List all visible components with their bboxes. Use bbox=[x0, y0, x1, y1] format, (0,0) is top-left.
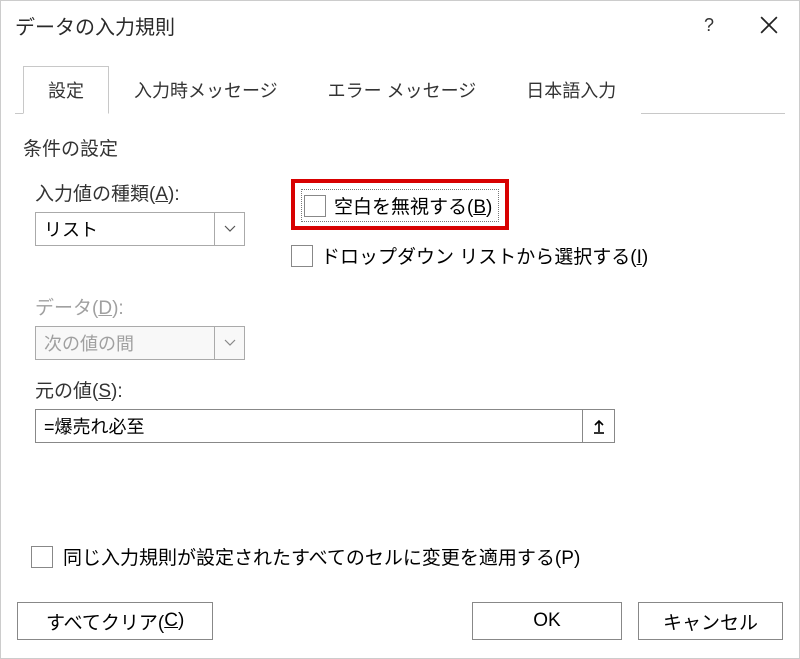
close-button[interactable] bbox=[739, 1, 799, 49]
data-label: データ(D): bbox=[35, 293, 275, 320]
ignore-blank-label: 空白を無視する(B) bbox=[334, 192, 492, 219]
tab-error-alert[interactable]: エラー メッセージ bbox=[303, 66, 502, 114]
tab-settings[interactable]: 設定 bbox=[23, 66, 109, 114]
tab-input-message[interactable]: 入力時メッセージ bbox=[109, 66, 303, 114]
apply-all-label: 同じ入力規則が設定されたすべてのセルに変更を適用する(P) bbox=[63, 543, 580, 570]
chevron-down-icon bbox=[214, 212, 244, 246]
in-cell-dropdown-checkbox[interactable] bbox=[291, 245, 313, 267]
data-validation-dialog: データの入力規則 ? 設定 入力時メッセージ エラー メッセージ 日本語入力 条… bbox=[0, 0, 800, 659]
allow-dropdown[interactable]: リスト bbox=[35, 212, 245, 246]
allow-value: リスト bbox=[36, 216, 214, 242]
criteria-label: 条件の設定 bbox=[23, 134, 777, 161]
ok-button[interactable]: OK bbox=[472, 602, 622, 640]
collapse-dialog-icon bbox=[592, 418, 606, 434]
data-dropdown: 次の値の間 bbox=[35, 326, 245, 360]
ignore-blank-check[interactable]: 空白を無視する(B) bbox=[301, 189, 499, 222]
tab-ime-mode[interactable]: 日本語入力 bbox=[501, 66, 641, 114]
apply-all-checkbox[interactable] bbox=[31, 546, 53, 568]
highlight-annotation: 空白を無視する(B) bbox=[291, 179, 509, 230]
dialog-title: データの入力規則 bbox=[15, 11, 679, 40]
in-cell-dropdown-label: ドロップダウン リストから選択する(I) bbox=[321, 242, 648, 269]
inner-area: 入力値の種類(A): リスト 空白を無視する(B) bbox=[23, 179, 777, 443]
chevron-down-icon bbox=[214, 326, 244, 360]
close-icon bbox=[760, 16, 778, 34]
source-input[interactable]: =爆売れ必至 bbox=[35, 409, 615, 443]
apply-all-check[interactable]: 同じ入力規則が設定されたすべてのセルに変更を適用する(P) bbox=[23, 543, 777, 570]
tab-body: 条件の設定 入力値の種類(A): リスト bbox=[15, 114, 785, 588]
range-picker-button[interactable] bbox=[582, 409, 614, 443]
source-value: =爆売れ必至 bbox=[36, 413, 582, 439]
source-label: 元の値(S): bbox=[35, 376, 777, 403]
titlebar: データの入力規則 ? bbox=[1, 1, 799, 49]
tab-strip: 設定 入力時メッセージ エラー メッセージ 日本語入力 bbox=[15, 65, 785, 114]
cancel-button[interactable]: キャンセル bbox=[638, 602, 783, 640]
allow-label: 入力値の種類(A): bbox=[35, 179, 275, 206]
content-area: 設定 入力時メッセージ エラー メッセージ 日本語入力 条件の設定 入力値の種類… bbox=[1, 49, 799, 588]
footer: すべてクリア(C) OK キャンセル bbox=[1, 588, 799, 658]
data-value: 次の値の間 bbox=[36, 330, 214, 356]
in-cell-dropdown-check[interactable]: ドロップダウン リストから選択する(I) bbox=[291, 242, 777, 269]
clear-all-button[interactable]: すべてクリア(C) bbox=[17, 602, 213, 640]
help-button[interactable]: ? bbox=[679, 1, 739, 49]
ignore-blank-checkbox[interactable] bbox=[304, 195, 326, 217]
